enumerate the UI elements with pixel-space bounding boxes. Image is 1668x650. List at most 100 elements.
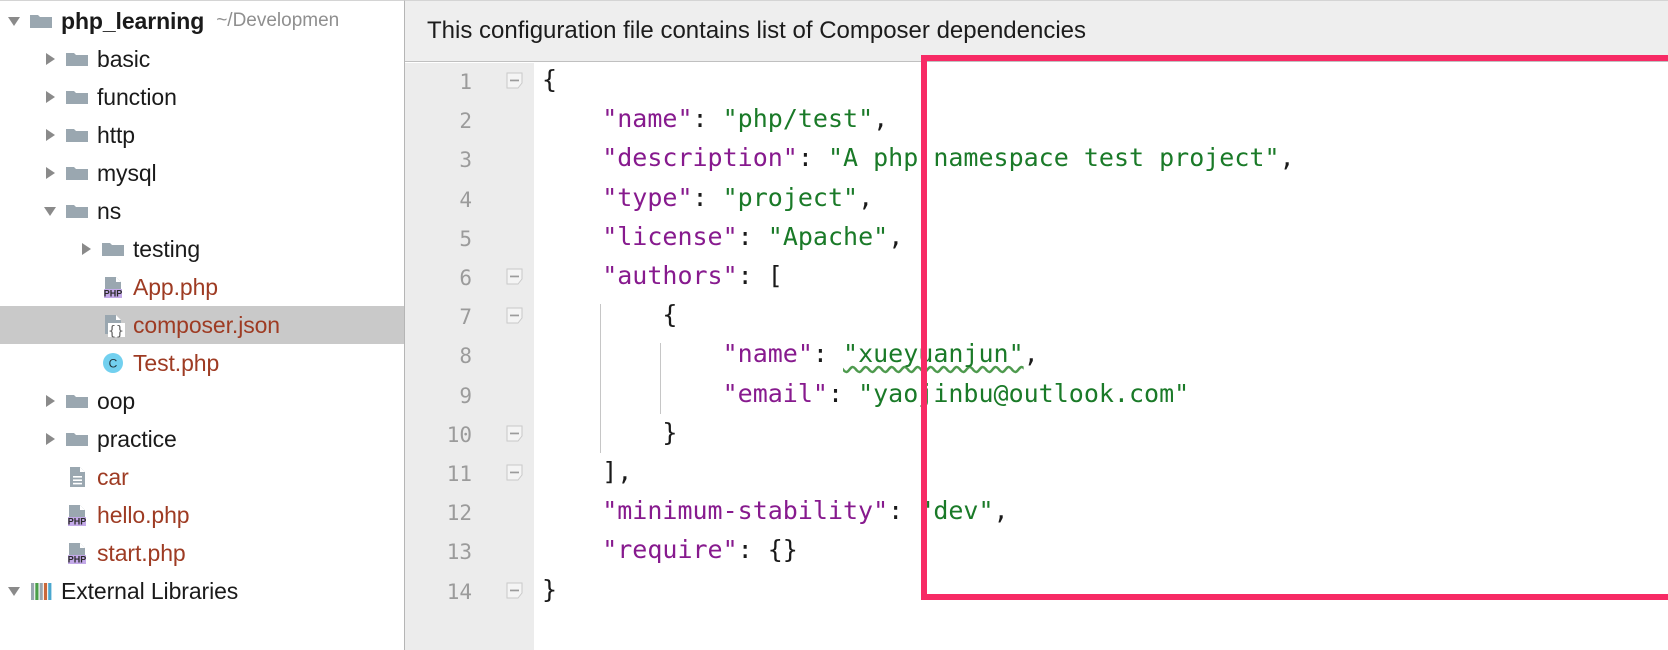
code-line[interactable]: "name": "php/test",	[602, 104, 888, 133]
chevron-right-icon[interactable]	[42, 164, 60, 182]
json-string-value: "yaojinbu@outlook.com"	[858, 378, 1190, 408]
code-editor[interactable]: 1 2 3 4 5 6 7 8 9 10 11 12 13 14 {"name": "php/test",…	[405, 63, 1668, 650]
json-punctuation: {	[542, 65, 558, 94]
editor-notification-banner[interactable]: This configuration file contains list of…	[405, 0, 1668, 62]
line-number: 5	[459, 226, 472, 251]
tree-row[interactable]: {} composer.json	[0, 306, 404, 344]
external-libraries-row[interactable]: External Libraries	[0, 572, 404, 610]
json-punctuation: }	[542, 574, 558, 604]
tree-row[interactable]: oop	[0, 382, 404, 420]
line-number: 7	[459, 305, 472, 330]
code-fold-toggle[interactable]	[505, 306, 524, 325]
json-string-value: "xueyuanjun"	[843, 339, 1024, 369]
tree-row[interactable]: PHP hello.php	[0, 496, 404, 534]
line-number-gutter[interactable]: 1 2 3 4 5 6 7 8 9 10 11 12 13 14	[405, 63, 534, 650]
json-punctuation: :	[888, 496, 919, 526]
tree-row[interactable]: basic	[0, 40, 404, 78]
code-line[interactable]: "minimum-stability": "dev",	[602, 496, 1008, 525]
line-number: 10	[446, 422, 472, 447]
code-line[interactable]: "authors": [	[602, 261, 783, 290]
code-line[interactable]: "name": "xueyuanjun",	[723, 339, 1039, 368]
code-line[interactable]: }	[542, 575, 557, 604]
folder-icon	[64, 122, 90, 148]
json-punctuation: ,	[993, 496, 1009, 526]
tree-item-label: start.php	[97, 539, 186, 566]
external-libraries-label: External Libraries	[61, 577, 239, 604]
code-line[interactable]: "email": "yaojinbu@outlook.com"	[723, 379, 1190, 408]
tree-row[interactable]: PHP App.php	[0, 268, 404, 306]
line-number: 14	[446, 579, 472, 604]
tree-item-label: practice	[97, 425, 177, 452]
json-punctuation: ,	[1279, 143, 1295, 173]
json-punctuation: {	[662, 300, 678, 330]
folder-icon	[28, 8, 54, 34]
notification-message: This configuration file contains list of…	[427, 17, 1087, 44]
text-file-icon	[64, 464, 90, 490]
chevron-right-icon[interactable]	[42, 392, 60, 410]
chevron-right-icon[interactable]	[78, 240, 96, 258]
tree-item-label: car	[97, 463, 129, 490]
json-punctuation: :	[827, 378, 859, 408]
code-fold-toggle[interactable]	[505, 581, 524, 600]
folder-icon	[64, 388, 90, 414]
indent-guide	[600, 304, 602, 453]
code-line[interactable]: "description": "A php namespace test pro…	[602, 143, 1294, 172]
code-line[interactable]: {	[542, 65, 557, 94]
project-path-label: ~/Developmen	[216, 10, 340, 31]
indent-guide	[660, 343, 662, 414]
chevron-down-icon[interactable]	[6, 12, 24, 30]
tree-row[interactable]: function	[0, 78, 404, 116]
project-tree-panel[interactable]: php_learning ~/Developmen basic function htt…	[0, 0, 405, 650]
tree-row[interactable]: PHP start.php	[0, 534, 404, 572]
tree-item-label: ns	[97, 197, 122, 224]
chevron-down-icon[interactable]	[6, 582, 24, 600]
tree-row[interactable]: http	[0, 116, 404, 154]
json-punctuation: :	[692, 182, 723, 212]
tree-row[interactable]: testing	[0, 230, 404, 268]
json-key: "license"	[602, 221, 738, 251]
tree-item-label: testing	[133, 235, 201, 262]
json-string-value: "project"	[722, 182, 859, 212]
code-line[interactable]: ],	[602, 457, 632, 486]
chevron-right-icon[interactable]	[42, 430, 60, 448]
folder-icon	[64, 160, 90, 186]
json-key: "authors"	[602, 261, 738, 290]
chevron-right-icon[interactable]	[42, 88, 60, 106]
code-content[interactable]: { "name": "php/test", "description": "A ph…	[534, 63, 1668, 650]
code-fold-toggle[interactable]	[505, 267, 524, 286]
svg-text:PHP: PHP	[68, 554, 87, 564]
json-punctuation: :	[692, 104, 723, 134]
code-fold-toggle[interactable]	[505, 424, 524, 443]
folder-icon	[100, 236, 126, 262]
tree-item-label: basic	[97, 45, 151, 72]
chevron-right-icon[interactable]	[42, 50, 60, 68]
line-number: 13	[446, 540, 472, 565]
json-key: "type"	[602, 182, 693, 212]
json-key: "require"	[602, 535, 738, 565]
project-name-label: php_learning	[61, 7, 205, 34]
tree-row[interactable]: mysql	[0, 154, 404, 192]
php-class-icon: C	[100, 350, 126, 376]
line-number: 1	[459, 70, 472, 94]
chevron-right-icon[interactable]	[42, 126, 60, 144]
code-fold-toggle[interactable]	[505, 71, 524, 90]
tree-row[interactable]: practice	[0, 420, 404, 458]
editor-panel: This configuration file contains list of…	[405, 0, 1668, 650]
chevron-down-icon[interactable]	[42, 202, 60, 220]
code-line[interactable]: "type": "project",	[602, 183, 873, 212]
code-line[interactable]: "license": "Apache",	[602, 222, 903, 251]
svg-text:PHP: PHP	[104, 288, 123, 298]
code-line[interactable]: "require": {}	[602, 535, 798, 564]
folder-icon	[64, 198, 90, 224]
folder-icon	[64, 46, 90, 72]
tree-row[interactable]: car	[0, 458, 404, 496]
tree-item-label: http	[97, 121, 135, 148]
tree-row[interactable]: C Test.php	[0, 344, 404, 382]
json-punctuation: ,	[888, 221, 904, 251]
project-root-row[interactable]: php_learning ~/Developmen	[0, 2, 404, 40]
code-line[interactable]: }	[662, 418, 677, 447]
code-fold-toggle[interactable]	[505, 463, 524, 482]
json-punctuation: ,	[858, 182, 874, 212]
code-line[interactable]: {	[662, 300, 677, 329]
tree-row[interactable]: ns	[0, 192, 404, 230]
